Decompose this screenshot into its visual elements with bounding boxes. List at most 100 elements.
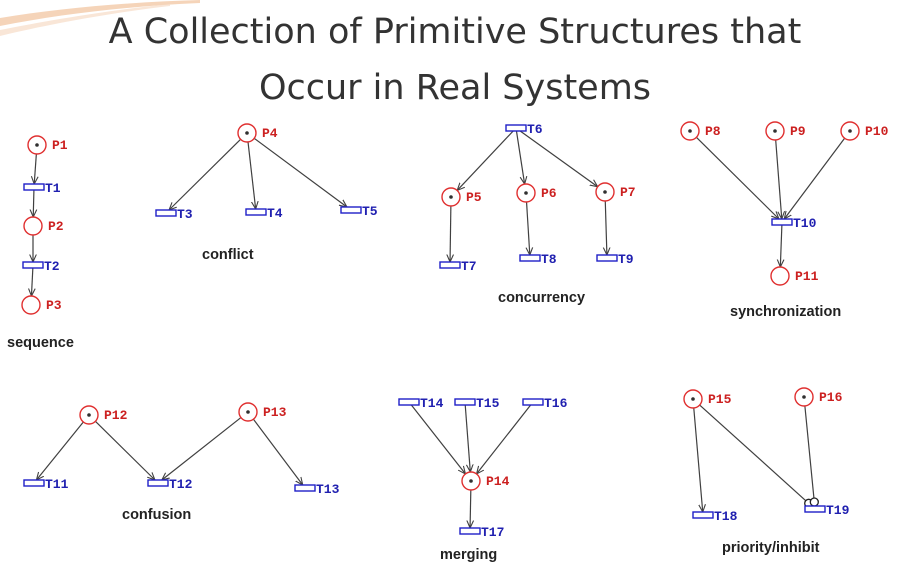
label-t13: T13 (316, 482, 340, 497)
label-t12: T12 (169, 477, 193, 492)
sequence-arc-1 (33, 189, 34, 217)
caption-merging: merging (440, 547, 498, 563)
label-t11: T11 (45, 477, 69, 492)
token-p15 (691, 397, 695, 401)
label-t7: T7 (461, 259, 477, 274)
token-p5 (449, 195, 453, 199)
confusion-arc-0 (36, 421, 84, 480)
concurrency-arc-0 (457, 130, 514, 190)
label-p9: P9 (790, 124, 806, 139)
transition-t3 (155, 209, 177, 217)
concurrency-arc-5 (605, 200, 607, 255)
label-t9: T9 (618, 252, 634, 267)
conflict-arc-0 (169, 138, 242, 210)
label-p16: P16 (819, 390, 843, 405)
label-t10: T10 (793, 216, 817, 231)
place-p3 (21, 295, 41, 315)
synchronization-arc-0 (695, 136, 779, 219)
token-p4 (245, 131, 249, 135)
label-p8: P8 (705, 124, 721, 139)
label-t16: T16 (544, 396, 568, 411)
concurrency-arc-4 (527, 201, 530, 255)
concurrency-arc-2 (519, 130, 598, 187)
transition-t1 (23, 183, 45, 191)
token-p6 (524, 191, 528, 195)
label-t8: T8 (541, 252, 557, 267)
transition-t8 (519, 254, 541, 262)
confusion-arc-2 (162, 417, 242, 480)
label-t4: T4 (267, 206, 283, 221)
token-p9 (773, 129, 777, 133)
label-t15: T15 (476, 396, 500, 411)
transition-t11 (23, 479, 45, 487)
caption-sequence: sequence (7, 335, 74, 351)
sequence-arc-0 (34, 153, 36, 184)
merging-arc-2 (477, 404, 532, 474)
caption-conflict: conflict (202, 247, 254, 263)
transition-t12 (147, 479, 169, 487)
caption-concurrency: concurrency (498, 290, 586, 306)
label-t6: T6 (527, 122, 543, 137)
synchronization-arc-3 (780, 224, 782, 267)
label-p12: P12 (104, 408, 128, 423)
label-p3: P3 (46, 298, 62, 313)
priority-inhibitor-arc-1 (699, 404, 807, 502)
place-p11 (770, 266, 790, 286)
caption-priority-inhibit: priority/inhibit (722, 540, 820, 556)
label-p6: P6 (541, 186, 557, 201)
transition-t5 (340, 206, 362, 214)
label-p5: P5 (466, 190, 482, 205)
transition-t19 (804, 505, 826, 513)
token-p13 (246, 410, 250, 414)
token-p12 (87, 413, 91, 417)
token-p16 (802, 395, 806, 399)
label-p4: P4 (262, 126, 278, 141)
merging-arc-1 (464, 404, 470, 472)
label-p2: P2 (48, 219, 64, 234)
transition-t18 (692, 511, 714, 519)
concurrency-arc-3 (450, 205, 451, 262)
priority-inhibitor-arc-2 (804, 405, 815, 499)
confusion-arc-1 (94, 420, 155, 480)
transition-t16 (522, 398, 544, 406)
concurrency-arc-1 (515, 130, 524, 184)
transition-t7 (439, 261, 461, 269)
label-p15: P15 (708, 392, 732, 407)
label-t14: T14 (420, 396, 444, 411)
transition-t17 (459, 527, 481, 535)
label-p7: P7 (620, 185, 636, 200)
transition-t6 (505, 124, 527, 132)
transition-t4 (245, 208, 267, 216)
synchronization-arc-2 (784, 137, 846, 219)
token-p10 (848, 129, 852, 133)
label-p11: P11 (795, 269, 819, 284)
token-p14 (469, 479, 473, 483)
priority-arc-0 (693, 407, 703, 512)
label-t19: T19 (826, 503, 850, 518)
label-p10: P10 (865, 124, 889, 139)
sequence-arc-3 (31, 267, 32, 296)
token-p1 (35, 143, 39, 147)
confusion-arc-3 (252, 418, 302, 485)
label-p13: P13 (263, 405, 287, 420)
label-p1: P1 (52, 138, 68, 153)
label-t17: T17 (481, 525, 504, 540)
petri-net-diagram: P1 P2 P3 T1 T2 P4 T3 T4 T5 P5 P6 P7 T6 T7 T8 T9 P8 P9 P10 P… (21, 121, 889, 540)
transition-t13 (294, 484, 316, 492)
token-p7 (603, 190, 607, 194)
label-t5: T5 (362, 204, 378, 219)
synchronization-arc-1 (775, 139, 782, 219)
transition-t10 (771, 218, 793, 226)
label-t3: T3 (177, 207, 193, 222)
priority-inhibitor-head-2 (809, 497, 819, 507)
merging-arc-3 (470, 489, 471, 528)
merging-arc-0 (410, 404, 465, 474)
transition-t2 (22, 261, 44, 269)
caption-synchronization: synchronization (730, 304, 842, 320)
label-t1: T1 (45, 181, 61, 196)
conflict-arc-1 (247, 141, 256, 209)
conflict-arc-2 (253, 137, 347, 207)
transition-t9 (596, 254, 618, 262)
label-t18: T18 (714, 509, 738, 524)
transition-t14 (398, 398, 420, 406)
